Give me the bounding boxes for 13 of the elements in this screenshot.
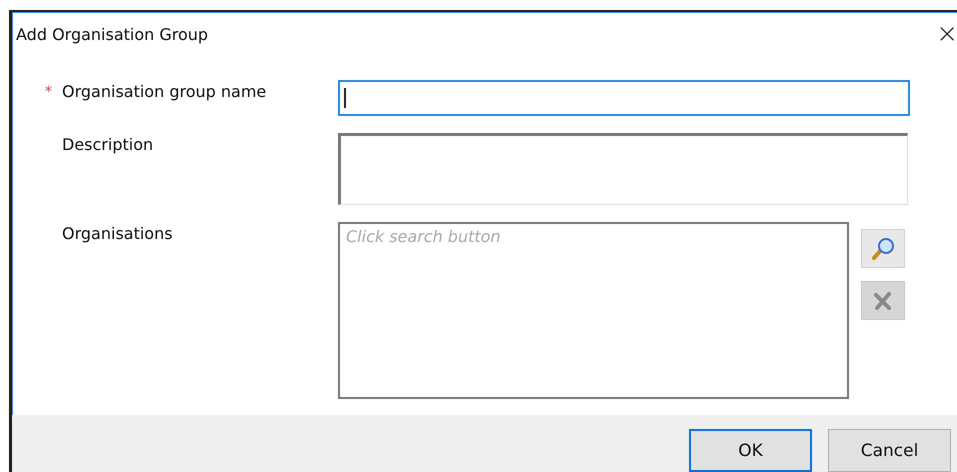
search-icon [870,236,896,262]
list-placeholder: Click search button [346,227,501,246]
name-field[interactable] [338,80,910,116]
cancel-button[interactable]: Cancel [828,429,951,472]
field-label: Organisation group name [62,82,266,101]
ok-button[interactable]: OK [689,429,812,472]
window-title: Add Organisation Group [16,24,208,44]
required-mark: * [44,83,53,102]
close-button[interactable]: × [932,21,957,47]
description-field[interactable] [338,133,908,205]
field-label: Description [62,135,154,154]
search-button[interactable] [861,229,905,268]
field-label: Organisations [62,224,173,243]
